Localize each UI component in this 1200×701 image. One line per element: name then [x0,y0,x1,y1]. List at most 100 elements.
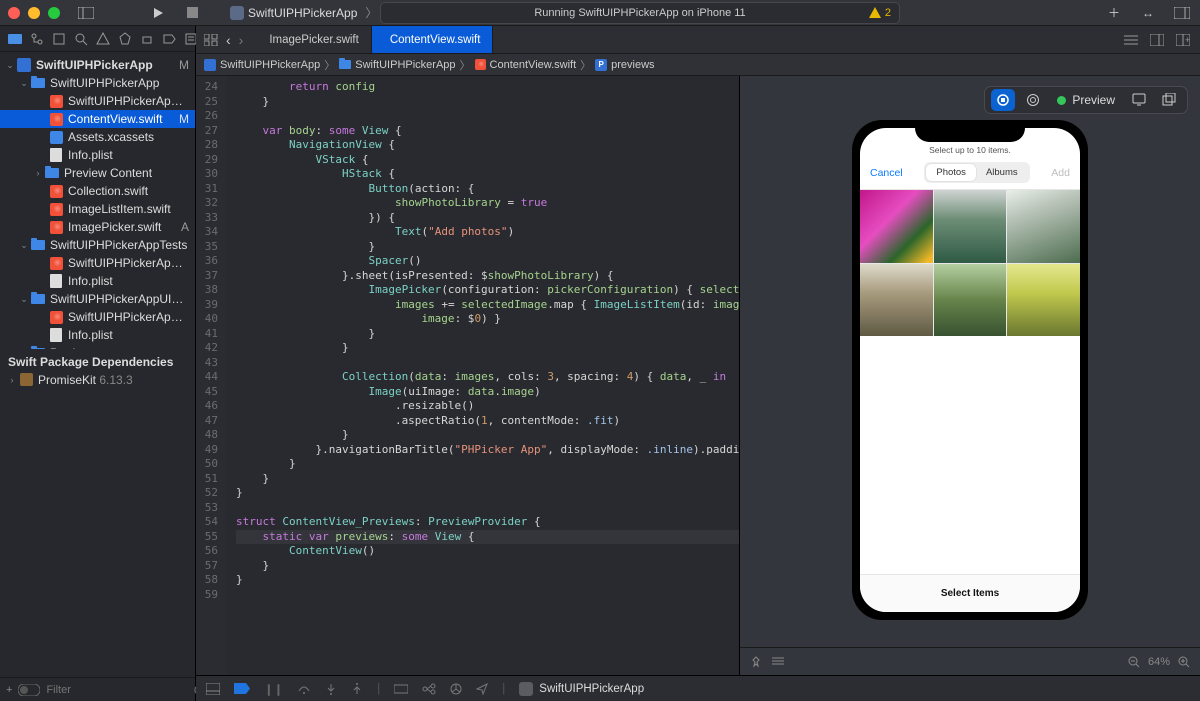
preview-label: Preview [1072,93,1115,107]
minimize-window-icon[interactable] [28,7,40,19]
file-row[interactable]: SwiftUIPHPickerAppA... [0,92,195,110]
jump-bar[interactable]: SwiftUIPHPickerApp〉SwiftUIPHPickerApp〉Co… [196,54,1200,76]
canvas-preview: Preview Select up to 10 items. [740,76,1200,675]
file-row[interactable]: Info.plist [0,326,195,344]
environment-overrides-icon[interactable] [450,683,462,695]
symbol-navigator-icon[interactable] [52,32,66,46]
navigator-filter-bar: + [0,677,195,701]
zoom-window-icon[interactable] [48,7,60,19]
file-row[interactable]: Info.plist [0,146,195,164]
file-row[interactable]: Collection.swift [0,182,195,200]
editor-tab[interactable]: ContentView.swift [372,26,494,53]
breakpoint-navigator-icon[interactable] [162,32,176,46]
library-icon[interactable] [1172,3,1192,23]
activity-status[interactable]: Running SwiftUIPHPickerApp on iPhone 11 … [380,2,900,24]
step-over-icon[interactable] [297,683,311,695]
photo-thumbnail[interactable] [1007,264,1080,337]
seg-albums[interactable]: Albums [976,164,1028,181]
seg-photos[interactable]: Photos [926,164,976,181]
group-row[interactable]: ⌄SwiftUIPHPickerAppTests [0,236,195,254]
photo-thumbnail[interactable] [860,264,933,337]
related-items-icon[interactable] [204,34,218,46]
group-row[interactable]: ⌄SwiftUIPHPickerAppUITe... [0,290,195,308]
editor-options-icon[interactable] [1124,35,1138,45]
code-content[interactable]: return config } var body: some View { Na… [226,76,739,675]
photo-thumbnail[interactable] [860,190,933,263]
duplicate-preview-icon[interactable] [1157,89,1181,111]
add-editor-icon[interactable]: + [1176,34,1190,46]
debug-view-icon[interactable] [394,683,408,695]
editor-tab[interactable]: ImagePicker.swift [251,26,371,53]
file-row[interactable]: ImagePicker.swiftA [0,218,195,236]
preview-variants-icon[interactable] [1021,89,1045,111]
segmented-control[interactable]: Photos Albums [924,162,1029,183]
plus-icon[interactable]: ＋ [1104,3,1124,23]
zoom-in-icon[interactable] [1178,656,1190,668]
stop-button[interactable] [182,3,202,23]
debug-process[interactable]: SwiftUIPHPickerApp [519,682,644,696]
hide-debug-icon[interactable] [206,683,220,695]
file-row[interactable]: ›Preview Content [0,164,195,182]
adjust-editor-icon[interactable] [1150,34,1164,46]
breakpoints-toggle[interactable] [234,683,250,694]
file-row[interactable]: ContentView.swiftM [0,110,195,128]
step-out-icon[interactable] [351,683,363,695]
step-into-icon[interactable] [325,683,337,695]
code-review-icon[interactable]: ↔ [1138,3,1158,23]
folder-icon [45,168,59,178]
back-button[interactable]: ‹ [226,32,231,48]
memory-graph-icon[interactable] [422,683,436,695]
forward-button[interactable]: › [239,32,244,48]
test-navigator-icon[interactable] [118,32,132,46]
simulate-location-icon[interactable] [476,683,488,695]
project-navigator-icon[interactable] [8,32,22,46]
source-control-navigator-icon[interactable] [30,32,44,46]
jump-bar-crumb[interactable]: ContentView.swift [475,59,577,71]
jump-bar-crumb[interactable]: SwiftUIPHPickerApp [339,59,455,71]
photo-thumbnail[interactable] [934,190,1007,263]
zoom-out-icon[interactable] [1128,656,1140,668]
code-editor[interactable]: 24 25 26 27 28 29 30 31 32 33 34 35 36 3… [196,76,740,675]
file-row[interactable]: ImageListItem.swift [0,200,195,218]
cancel-button[interactable]: Cancel [870,167,903,179]
file-row[interactable]: Assets.xcassets [0,128,195,146]
sidebar-toggle-icon[interactable] [76,3,96,23]
continue-icon[interactable]: ❙❙ [264,682,283,696]
find-navigator-icon[interactable] [74,32,88,46]
add-icon[interactable]: + [6,684,12,696]
photo-grid [860,190,1080,336]
pin-preview-icon[interactable] [750,656,762,668]
chevron-right-icon: 〉 [365,4,377,21]
folder-icon [339,60,351,69]
plist-file-icon [50,274,62,288]
project-root[interactable]: ⌄SwiftUIPHPickerAppM [0,56,195,74]
jump-bar-crumb[interactable]: SwiftUIPHPickerApp [204,59,320,71]
file-row[interactable]: SwiftUIPHPickerAppTe... [0,254,195,272]
filter-input[interactable] [46,684,188,696]
run-button[interactable] [148,3,168,23]
photo-thumbnail[interactable] [934,264,1007,337]
debug-navigator-icon[interactable] [140,32,154,46]
package-row[interactable]: › PromiseKit 6.13.3 [0,371,195,389]
folder-icon [31,78,45,88]
picker-footer[interactable]: Select Items [860,574,1080,612]
zoom-level[interactable]: 64% [1148,656,1170,668]
file-row[interactable]: Info.plist [0,272,195,290]
debug-app-name: SwiftUIPHPickerApp [539,683,644,695]
warning-badge[interactable]: 2 [869,7,891,19]
group-row[interactable]: ⌄SwiftUIPHPickerApp [0,74,195,92]
issue-navigator-icon[interactable] [96,32,110,46]
device-settings-icon[interactable] [1127,89,1151,111]
swift-file-icon [50,221,63,234]
live-preview-button[interactable] [991,89,1015,111]
file-row[interactable]: SwiftUIPHPickerAppUI... [0,308,195,326]
preview-status[interactable]: Preview [1057,93,1115,107]
tab-bar: ‹ › ImagePicker.swiftContentView.swift + [196,26,1200,54]
add-button[interactable]: Add [1051,167,1070,179]
jump-bar-crumb[interactable]: Ppreviews [595,59,654,71]
close-window-icon[interactable] [8,7,20,19]
photo-thumbnail[interactable] [1007,190,1080,263]
filter-scope-icon[interactable] [18,684,40,696]
device-screen[interactable]: Select up to 10 items. Cancel Photos Alb… [860,128,1080,612]
canvas-settings-icon[interactable] [772,656,784,668]
